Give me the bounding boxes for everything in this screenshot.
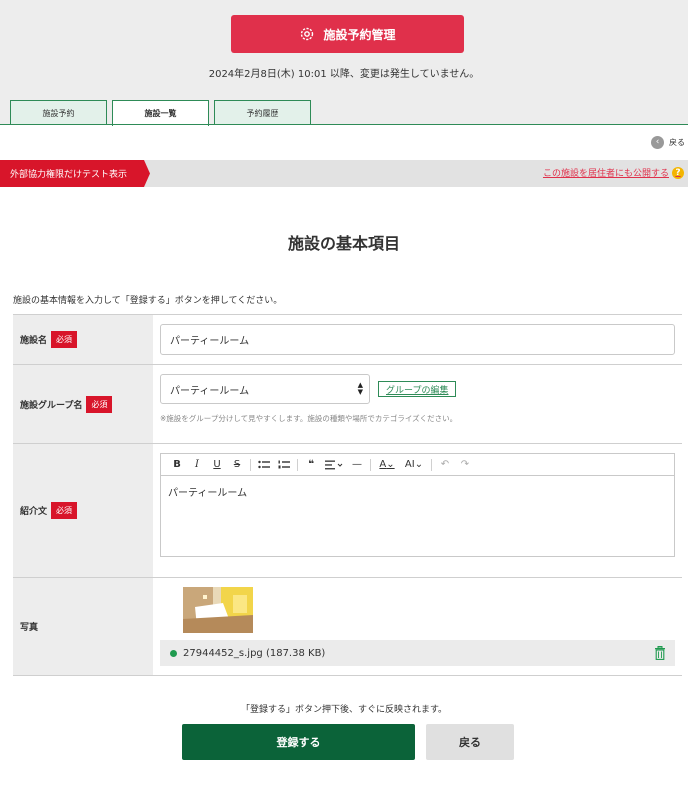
required-badge: 必須 xyxy=(51,331,78,348)
toolbar-divider xyxy=(250,458,251,471)
facility-form: 施設名 必須 パーティールーム 施設グループ名 必須 パーティールーム ▲ ▼ グ… xyxy=(13,314,682,676)
font-color-dropdown-icon[interactable]: A ⌄ xyxy=(374,455,400,475)
form-row-name: 施設名 必須 パーティールーム xyxy=(13,315,682,365)
name-value-cell: パーティールーム xyxy=(153,315,682,364)
back-button[interactable]: 戻る xyxy=(426,724,514,760)
back-link[interactable]: ‹ 戻る xyxy=(651,136,685,149)
group-selected-value: パーティールーム xyxy=(170,385,250,397)
redo-icon[interactable]: ↷ xyxy=(455,455,475,475)
toolbar-divider xyxy=(297,458,298,471)
facility-name-input[interactable]: パーティールーム xyxy=(160,324,675,355)
select-arrows-icon: ▲ ▼ xyxy=(357,381,363,396)
chevron-left-icon: ‹ xyxy=(651,136,664,149)
intro-label-cell: 紹介文 必須 xyxy=(13,444,153,577)
toolbar-divider xyxy=(370,458,371,471)
status-text: 2024年2月8日(木) 10:01 以降、変更は発生していません。 xyxy=(208,69,480,80)
name-label: 施設名 xyxy=(20,336,48,346)
register-note: 「登録する」ボタン押下後、すぐに反映されます。 xyxy=(240,705,448,715)
photo-label-cell: 写真 xyxy=(13,578,153,675)
intro-label: 紹介文 xyxy=(20,507,48,517)
bold-icon[interactable]: B xyxy=(167,455,187,475)
editor-toolbar: B I U S ❝ — A ⌄ AI ⌄ ↶ ↷ xyxy=(161,454,674,476)
editor-content[interactable]: パーティールーム xyxy=(161,476,674,507)
form-row-photo: 写真 27944452_s.jpg (187.38 KB) xyxy=(13,578,682,676)
blockquote-icon[interactable]: ❝ xyxy=(301,455,321,475)
font-size-dropdown-icon[interactable]: AI ⌄ xyxy=(400,455,428,475)
page-title: 施設の基本項目 xyxy=(287,234,400,253)
undo-icon[interactable]: ↶ xyxy=(435,455,455,475)
tab-bar: 施設予約 施設一覧 予約履歴 xyxy=(10,100,311,126)
facility-group-select[interactable]: パーティールーム ▲ ▼ xyxy=(160,374,370,404)
tab-facility-list[interactable]: 施設一覧 xyxy=(112,100,209,126)
tab-facility-reservation[interactable]: 施設予約 xyxy=(10,100,107,125)
photo-thumbnail xyxy=(183,587,253,633)
group-help-text: ※施設をグループ分けして見やすくします。施設の種類や場所でカテゴライズください。 xyxy=(160,414,458,423)
intro-value-cell: B I U S ❝ — A ⌄ AI ⌄ ↶ ↷ パーティールーム xyxy=(153,444,682,577)
back-link-label: 戻る xyxy=(669,138,685,147)
external-permission-banner: 外部協力権限だけテスト表示 xyxy=(0,160,150,187)
help-icon[interactable]: ? xyxy=(672,166,684,179)
file-name: 27944452_s.jpg (187.38 KB) xyxy=(183,647,326,659)
top-area: 施設予約管理 2024年2月8日(木) 10:01 以降、変更は発生していません… xyxy=(0,0,688,126)
register-button[interactable]: 登録する xyxy=(182,724,415,760)
photo-label: 写真 xyxy=(20,623,39,633)
form-row-group: 施設グループ名 必須 パーティールーム ▲ ▼ グループの編集 ※施設をグループ分… xyxy=(13,365,682,444)
italic-icon[interactable]: I xyxy=(187,455,207,475)
bulleted-list-icon[interactable] xyxy=(254,455,274,475)
tab-reservation-history[interactable]: 予約履歴 xyxy=(214,100,311,125)
trash-icon[interactable] xyxy=(654,646,666,660)
group-label: 施設グループ名 xyxy=(20,400,83,411)
gear-icon xyxy=(301,27,314,41)
strikethrough-icon[interactable]: S xyxy=(227,455,247,475)
tab-underline xyxy=(0,124,688,125)
photo-value-cell: 27944452_s.jpg (187.38 KB) xyxy=(153,578,682,675)
required-badge: 必須 xyxy=(86,395,113,413)
edit-group-button[interactable]: グループの編集 xyxy=(378,381,457,397)
main-button-label: 施設予約管理 xyxy=(323,27,396,42)
form-row-intro: 紹介文 必須 B I U S ❝ — A ⌄ AI ⌄ ↶ ↷ パーティールーム xyxy=(13,444,682,578)
uploaded-file-row: 27944452_s.jpg (187.38 KB) xyxy=(160,640,675,666)
toolbar-divider xyxy=(431,458,432,471)
publish-to-residents-link[interactable]: この施設を居住者にも公開する ? xyxy=(543,166,684,179)
banner-bar: 外部協力権限だけテスト表示 この施設を居住者にも公開する ? xyxy=(0,160,688,187)
publish-link-label: この施設を居住者にも公開する xyxy=(542,169,669,179)
rich-text-editor: B I U S ❝ — A ⌄ AI ⌄ ↶ ↷ パーティールーム xyxy=(160,453,675,557)
group-value-cell: パーティールーム ▲ ▼ グループの編集 ※施設をグループ分けして見やすくします。… xyxy=(153,365,682,443)
required-badge: 必須 xyxy=(51,502,78,519)
status-dot-icon xyxy=(170,649,177,657)
intro-text: 施設の基本情報を入力して「登録する」ボタンを押してください。 xyxy=(13,296,283,306)
align-dropdown-icon[interactable] xyxy=(321,455,347,475)
name-label-cell: 施設名 必須 xyxy=(13,315,153,364)
facility-reservation-management-button[interactable]: 施設予約管理 xyxy=(231,15,464,53)
group-label-cell: 施設グループ名 必須 xyxy=(13,365,153,443)
underline-icon[interactable]: U xyxy=(207,455,227,475)
horizontal-rule-icon[interactable]: — xyxy=(347,455,367,475)
numbered-list-icon[interactable] xyxy=(274,455,294,475)
